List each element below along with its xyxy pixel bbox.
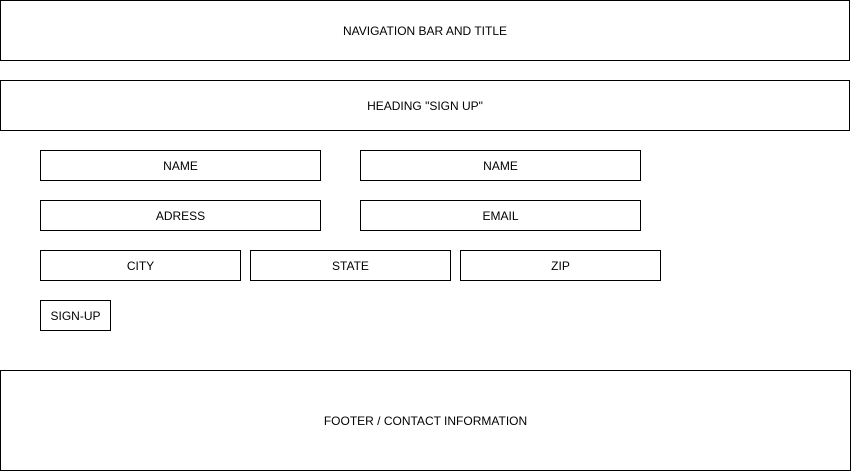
first-name-field-label: NAME [163, 158, 198, 173]
address-field[interactable]: ADRESS [40, 200, 321, 231]
zip-field[interactable]: ZIP [460, 250, 661, 281]
first-name-field[interactable]: NAME [40, 150, 321, 181]
page-heading: HEADING "SIGN UP" [0, 80, 850, 131]
signup-button-label: SIGN-UP [50, 308, 101, 323]
email-field[interactable]: EMAIL [360, 200, 641, 231]
last-name-field-label: NAME [483, 158, 518, 173]
last-name-field[interactable]: NAME [360, 150, 641, 181]
address-field-label: ADRESS [155, 208, 206, 223]
email-field-label: EMAIL [482, 208, 519, 223]
footer-label: FOOTER / CONTACT INFORMATION [323, 413, 528, 428]
state-field[interactable]: STATE [250, 250, 451, 281]
page-heading-label: HEADING "SIGN UP" [367, 98, 483, 113]
navigation-bar-label: NAVIGATION BAR AND TITLE [342, 23, 508, 38]
navigation-bar[interactable]: NAVIGATION BAR AND TITLE [0, 0, 850, 61]
footer: FOOTER / CONTACT INFORMATION [0, 370, 851, 471]
signup-button[interactable]: SIGN-UP [40, 300, 111, 331]
zip-field-label: ZIP [551, 258, 570, 273]
city-field-label: CITY [126, 258, 155, 273]
state-field-label: STATE [332, 258, 369, 273]
city-field[interactable]: CITY [40, 250, 241, 281]
